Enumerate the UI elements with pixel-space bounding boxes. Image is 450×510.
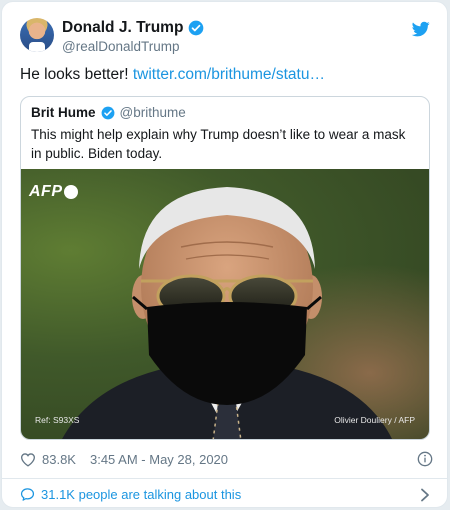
avatar[interactable] xyxy=(20,18,54,52)
afp-logo: AFP xyxy=(29,183,78,201)
quoted-author-handle: @brithume xyxy=(119,105,186,120)
embedded-tweet-card: Donald J. Trump @realDonaldTrump He look… xyxy=(1,1,448,508)
conversation-link[interactable]: 31.1K people are talking about this xyxy=(20,487,241,502)
twitter-bird-icon[interactable] xyxy=(411,20,431,38)
quoted-tweet-text: This might help explain why Trump doesn’… xyxy=(31,127,406,161)
info-icon[interactable] xyxy=(417,451,433,467)
tweet-header: Donald J. Trump @realDonaldTrump xyxy=(20,18,433,58)
afp-logo-mark xyxy=(63,184,78,199)
verified-badge-icon xyxy=(101,106,114,119)
author-display-name[interactable]: Donald J. Trump xyxy=(62,19,183,37)
author-name-row[interactable]: Donald J. Trump xyxy=(62,19,204,37)
photo-ref: Ref: S93XS xyxy=(35,415,80,425)
tweet-timestamp[interactable]: 3:45 AM - May 28, 2020 xyxy=(90,452,228,467)
tweet-link[interactable]: twitter.com/brithume/statu… xyxy=(133,66,325,83)
photo-credit: Olivier Douliery / AFP xyxy=(334,415,415,425)
like-count[interactable]: 83.8K xyxy=(42,452,76,467)
tweet-body: He looks better! xyxy=(20,66,133,83)
author-handle[interactable]: @realDonaldTrump xyxy=(62,39,180,54)
chevron-right-icon[interactable] xyxy=(419,488,431,502)
afp-logo-text: AFP xyxy=(29,183,63,200)
quoted-tweet-photo[interactable]: AFP Ref: S93XS Olivier Douliery / AFP xyxy=(21,169,429,439)
quoted-author-name: Brit Hume xyxy=(31,105,96,120)
divider xyxy=(2,478,447,479)
conversation-label[interactable]: 31.1K people are talking about this xyxy=(41,487,241,502)
tweet-text: He looks better! twitter.com/brithume/st… xyxy=(20,66,325,84)
verified-badge-icon xyxy=(189,20,204,36)
tweet-meta: 83.8K 3:45 AM - May 28, 2020 xyxy=(20,452,228,467)
quoted-tweet-header: Brit Hume @brithume xyxy=(31,105,186,120)
photo-illustration xyxy=(21,169,429,439)
quoted-tweet[interactable]: Brit Hume @brithume This might help expl… xyxy=(20,96,430,440)
speech-bubble-icon xyxy=(20,488,35,501)
heart-icon[interactable] xyxy=(20,452,36,467)
